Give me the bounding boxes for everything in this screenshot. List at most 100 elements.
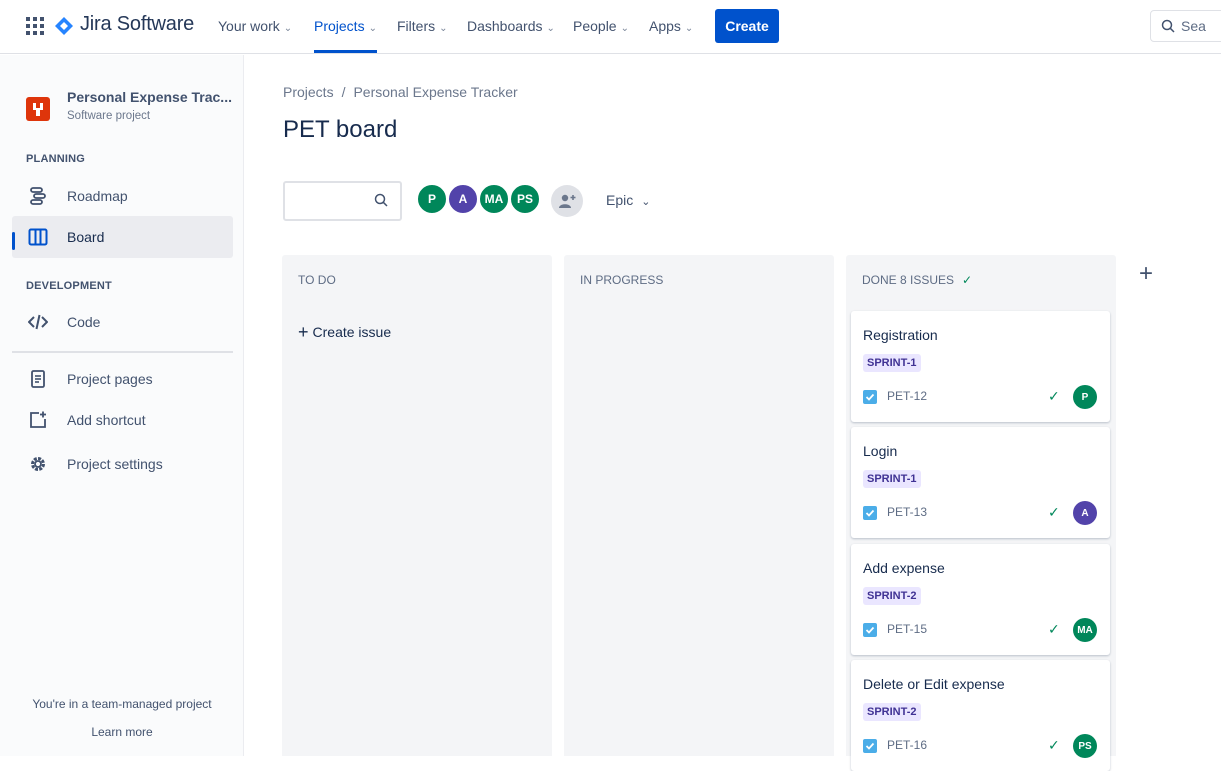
issue-card[interactable]: Add expense SPRINT-2 PET-15 ✓ MA: [851, 544, 1110, 655]
team-managed-note: You're in a team-managed project: [32, 697, 212, 711]
column-title-text: DONE 8 ISSUES: [862, 273, 955, 287]
app-switcher-icon[interactable]: [26, 17, 44, 35]
sprint-label: SPRINT-1: [863, 354, 921, 372]
project-avatar[interactable]: [26, 97, 50, 121]
done-check-icon: ✓: [1048, 737, 1060, 753]
add-shortcut-icon: [27, 409, 49, 431]
check-icon: ✓: [962, 273, 973, 287]
board-icon: [27, 226, 49, 248]
issue-key[interactable]: PET-15: [887, 622, 927, 636]
sidebar-item-label: Project pages: [67, 371, 153, 387]
column-title: IN PROGRESS: [580, 273, 664, 287]
sidebar-item-label: Code: [67, 314, 101, 330]
assignee-avatar[interactable]: MA: [1073, 618, 1097, 642]
avatar-filter-ma[interactable]: MA: [478, 183, 510, 215]
page-title: PET board: [283, 116, 398, 143]
sprint-label: SPRINT-1: [863, 470, 921, 488]
planning-section-label: PLANNING: [26, 153, 86, 165]
sidebar-divider: [12, 351, 233, 353]
development-section-label: DEVELOPMENT: [26, 280, 112, 292]
avatar-filter-ps[interactable]: PS: [509, 183, 541, 215]
sidebar-item-board[interactable]: Board: [12, 216, 233, 258]
done-check-icon: ✓: [1048, 388, 1060, 404]
plus-icon: +: [298, 322, 309, 342]
issue-title: Registration: [863, 327, 938, 343]
breadcrumb-projects[interactable]: Projects: [283, 84, 334, 100]
breadcrumb-project[interactable]: Personal Expense Tracker: [353, 84, 517, 100]
sidebar-item-roadmap[interactable]: Roadmap: [12, 175, 233, 217]
column-to-do: TO DO + Create issue: [282, 255, 552, 756]
epic-filter-dropdown[interactable]: Epic ⌄: [606, 192, 650, 208]
code-icon: [27, 311, 49, 333]
create-issue-button[interactable]: + Create issue: [298, 321, 391, 342]
nav-label: Your work: [218, 18, 280, 34]
chevron-down-icon: ⌄: [283, 23, 293, 34]
avatar-filter-p[interactable]: P: [416, 183, 448, 215]
sidebar-item-label: Add shortcut: [67, 412, 146, 428]
column-title: DONE 8 ISSUES ✓: [862, 273, 972, 287]
task-type-icon: [863, 739, 877, 753]
task-type-icon: [863, 390, 877, 404]
sidebar-item-project-pages[interactable]: Project pages: [12, 358, 233, 400]
add-people-button[interactable]: [551, 185, 583, 217]
nav-your-work[interactable]: Your work ⌄: [218, 18, 292, 34]
sidebar-item-label: Roadmap: [67, 188, 128, 204]
issue-title: Delete or Edit expense: [863, 676, 1005, 692]
nav-projects[interactable]: Projects ⌄: [314, 18, 377, 34]
project-sidebar: Personal Expense Trac... Software projec…: [0, 55, 244, 756]
done-check-icon: ✓: [1048, 621, 1060, 637]
column-in-progress: IN PROGRESS: [564, 255, 834, 756]
issue-key[interactable]: PET-13: [887, 505, 927, 519]
jira-logo-icon[interactable]: [54, 16, 74, 36]
avatar-filter-a[interactable]: A: [447, 183, 479, 215]
sprint-label: SPRINT-2: [863, 703, 921, 721]
search-placeholder: Sea: [1181, 18, 1206, 34]
assignee-avatar[interactable]: P: [1073, 385, 1097, 409]
task-type-icon: [863, 506, 877, 520]
chevron-down-icon: ⌄: [439, 23, 448, 34]
product-name[interactable]: Jira Software: [80, 13, 194, 36]
project-name[interactable]: Personal Expense Trac...: [67, 89, 232, 105]
issue-card[interactable]: Login SPRINT-1 PET-13 ✓ A: [851, 427, 1110, 538]
sidebar-item-add-shortcut[interactable]: Add shortcut: [12, 399, 233, 441]
nav-apps[interactable]: Apps ⌄: [649, 18, 693, 34]
breadcrumb: Projects / Personal Expense Tracker: [283, 84, 518, 100]
epic-filter-label: Epic: [606, 192, 634, 208]
nav-dashboards[interactable]: Dashboards ⌄: [467, 18, 555, 34]
sidebar-item-project-settings[interactable]: Project settings: [12, 443, 233, 485]
global-search-input[interactable]: Sea: [1150, 10, 1221, 42]
nav-label: Apps: [649, 18, 681, 34]
create-button[interactable]: Create: [715, 9, 779, 43]
task-type-icon: [863, 623, 877, 637]
sidebar-item-label: Board: [67, 229, 105, 245]
gear-icon: [27, 453, 49, 475]
learn-more-link[interactable]: Learn more: [0, 725, 244, 739]
assignee-avatar[interactable]: A: [1073, 501, 1097, 525]
issue-key[interactable]: PET-12: [887, 389, 927, 403]
nav-label: Projects: [314, 18, 365, 34]
add-column-button[interactable]: +: [1132, 260, 1160, 288]
done-check-icon: ✓: [1048, 504, 1060, 520]
top-navigation: Jira Software Your work ⌄ Projects ⌄ Filte…: [0, 0, 1221, 54]
column-title: TO DO: [298, 273, 336, 287]
chevron-down-icon: ⌄: [368, 23, 377, 34]
chevron-down-icon: ⌄: [546, 23, 555, 34]
sidebar-item-code[interactable]: Code: [12, 301, 233, 343]
search-icon: [374, 193, 388, 207]
issue-key[interactable]: PET-16: [887, 738, 927, 752]
add-person-icon: [559, 194, 576, 208]
column-done: DONE 8 ISSUES ✓ Registration SPRINT-1 PET…: [846, 255, 1116, 771]
chevron-down-icon: ⌄: [620, 23, 629, 34]
project-type: Software project: [67, 110, 151, 122]
sidebar-item-label: Project settings: [67, 456, 163, 472]
nav-filters[interactable]: Filters ⌄: [397, 18, 448, 34]
board-search-input[interactable]: [283, 181, 402, 221]
issue-card[interactable]: Registration SPRINT-1 PET-12 ✓ P: [851, 311, 1110, 422]
nav-people[interactable]: People ⌄: [573, 18, 629, 34]
page-icon: [27, 368, 49, 390]
issue-card[interactable]: Delete or Edit expense SPRINT-2 PET-16 ✓…: [851, 660, 1110, 771]
assignee-avatar[interactable]: PS: [1073, 734, 1097, 758]
search-icon: [1161, 19, 1175, 33]
roadmap-icon: [27, 185, 49, 207]
create-issue-label: Create issue: [312, 324, 392, 340]
